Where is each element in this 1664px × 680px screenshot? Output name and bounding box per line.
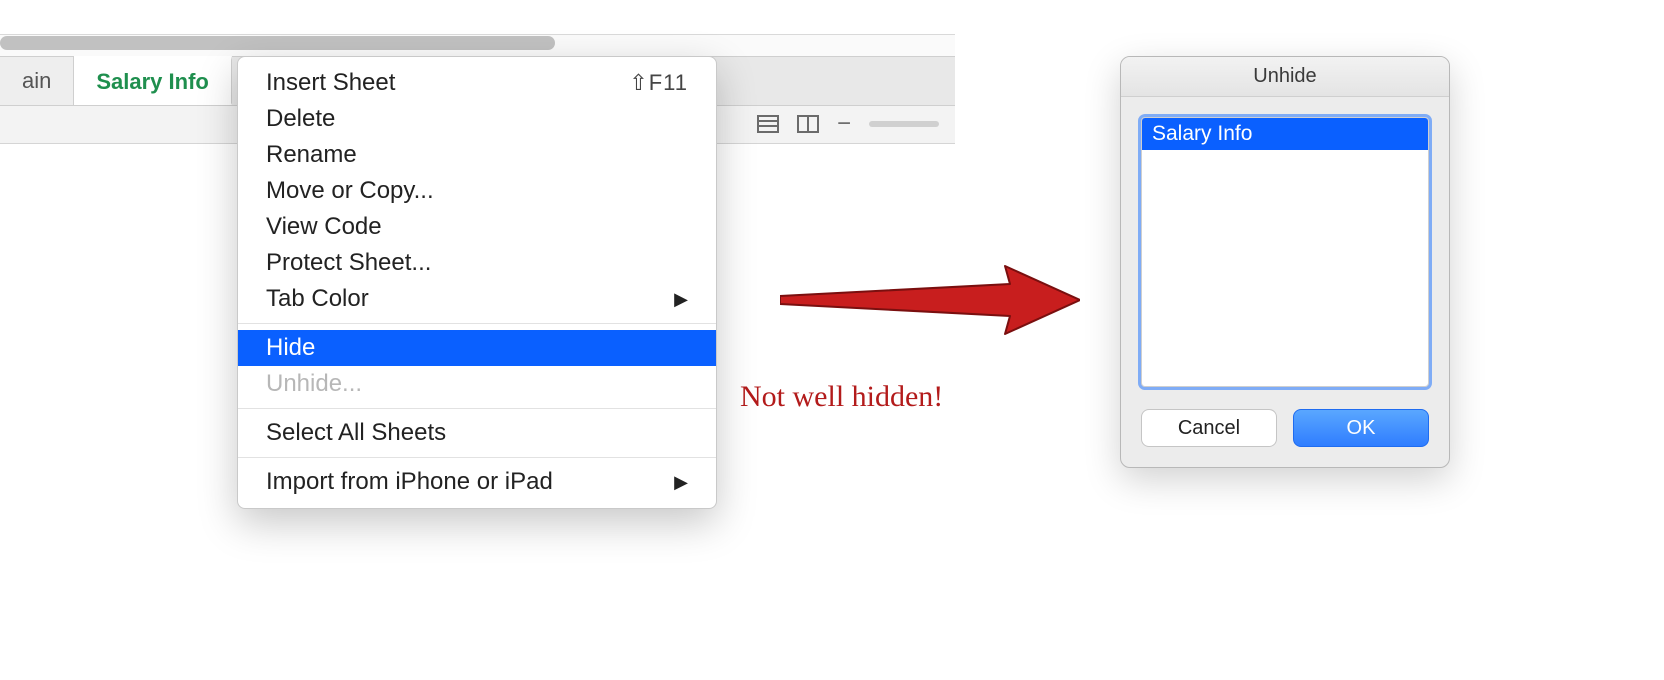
menu-separator — [238, 323, 716, 324]
sheet-tab-main[interactable]: ain — [0, 57, 74, 105]
menu-label: Unhide... — [266, 370, 362, 398]
menu-separator — [238, 457, 716, 458]
menu-label: Delete — [266, 105, 335, 133]
menu-label: Move or Copy... — [266, 177, 434, 205]
menu-label: Import from iPhone or iPad — [266, 468, 553, 496]
menu-label: View Code — [266, 213, 382, 241]
ok-button[interactable]: OK — [1293, 409, 1429, 447]
menu-label: Protect Sheet... — [266, 249, 431, 277]
menu-label: Rename — [266, 141, 357, 169]
zoom-out-icon[interactable]: − — [837, 112, 851, 136]
horizontal-scrollbar-thumb[interactable] — [0, 36, 555, 50]
dialog-body: Salary Info — [1121, 97, 1449, 403]
cancel-button[interactable]: Cancel — [1141, 409, 1277, 447]
list-item[interactable]: Salary Info — [1142, 118, 1428, 150]
menu-move-or-copy[interactable]: Move or Copy... — [238, 173, 716, 209]
zoom-slider[interactable] — [869, 121, 939, 127]
submenu-caret-icon: ▶ — [674, 472, 688, 493]
menu-label: Select All Sheets — [266, 419, 446, 447]
menu-hide[interactable]: Hide — [238, 330, 716, 366]
menu-delete[interactable]: Delete — [238, 101, 716, 137]
menu-insert-sheet[interactable]: Insert Sheet ⇧F11 — [238, 65, 716, 101]
view-controls: − — [757, 112, 939, 136]
submenu-caret-icon: ▶ — [674, 289, 688, 310]
annotation-arrow-icon — [780, 260, 1080, 340]
dialog-button-row: Cancel OK — [1121, 403, 1449, 467]
menu-rename[interactable]: Rename — [238, 137, 716, 173]
menu-shortcut: ⇧F11 — [629, 70, 688, 96]
menu-import-from-device[interactable]: Import from iPhone or iPad ▶ — [238, 464, 716, 500]
menu-unhide: Unhide... — [238, 366, 716, 402]
menu-tab-color[interactable]: Tab Color ▶ — [238, 281, 716, 317]
menu-separator — [238, 408, 716, 409]
menu-label: Tab Color — [266, 285, 369, 313]
menu-protect-sheet[interactable]: Protect Sheet... — [238, 245, 716, 281]
normal-view-icon[interactable] — [757, 115, 779, 133]
sheet-tab-salary-info[interactable]: Salary Info — [74, 56, 231, 105]
unhide-dialog: Unhide Salary Info Cancel OK — [1120, 56, 1450, 468]
page-layout-view-icon[interactable] — [797, 115, 819, 133]
menu-label: Hide — [266, 334, 315, 362]
dialog-title: Unhide — [1121, 57, 1449, 97]
menu-select-all-sheets[interactable]: Select All Sheets — [238, 415, 716, 451]
annotation-caption: Not well hidden! — [740, 380, 943, 414]
menu-view-code[interactable]: View Code — [238, 209, 716, 245]
sheet-context-menu: Insert Sheet ⇧F11 Delete Rename Move or … — [237, 56, 717, 509]
menu-label: Insert Sheet — [266, 69, 395, 97]
unhide-sheet-listbox[interactable]: Salary Info — [1141, 117, 1429, 387]
